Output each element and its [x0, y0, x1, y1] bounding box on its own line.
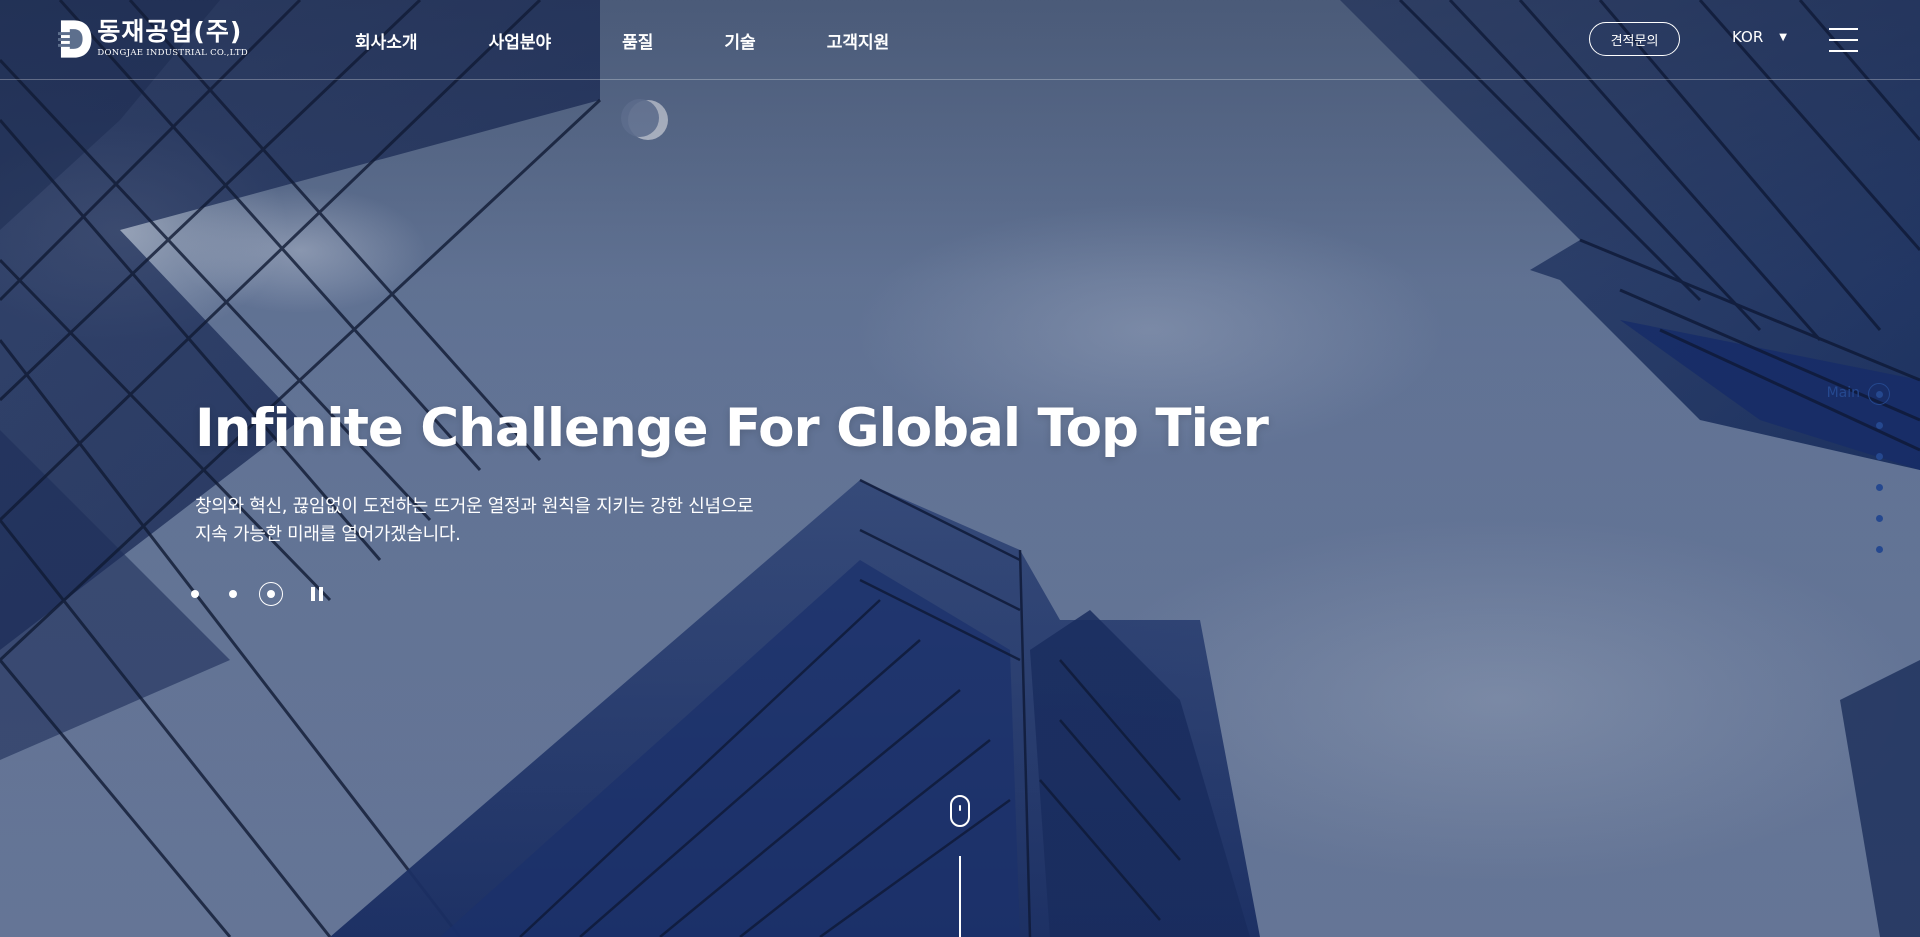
side-nav-item[interactable]: [1868, 476, 1890, 498]
logo-name: 동재공업(주): [97, 17, 243, 46]
quote-request-button[interactable]: 견적문의: [1589, 22, 1680, 56]
nav-item-quality[interactable]: 품질: [622, 28, 653, 53]
hamburger-menu-icon[interactable]: [1829, 28, 1858, 52]
slider-pagination: [191, 582, 323, 606]
side-nav-item[interactable]: [1868, 445, 1890, 467]
side-nav-item[interactable]: [1868, 414, 1890, 436]
hero-title: Infinite Challenge For Global Top Tier: [195, 398, 1269, 459]
slider-dot-3-active[interactable]: [259, 582, 283, 606]
caret-down-icon: ▼: [1779, 31, 1787, 43]
side-nav-item-main[interactable]: Main: [1827, 383, 1890, 405]
side-nav-item[interactable]: [1868, 538, 1890, 560]
side-nav-label: Main: [1826, 385, 1860, 401]
nav-item-business[interactable]: 사업분야: [489, 28, 552, 53]
hero-description-line: 창의와 혁신, 끊임없이 도전하는 뜨거운 열정과 원칙을 지키는 강한 신념으…: [195, 496, 754, 517]
language-selector[interactable]: KOR ▼: [1732, 28, 1787, 46]
site-logo[interactable]: 동재공업(주) DONGJAE INDUSTRIAL CO.,LTD: [58, 18, 248, 64]
logo-subtitle: DONGJAE INDUSTRIAL CO.,LTD: [97, 48, 248, 58]
slider-dot-1[interactable]: [191, 590, 199, 598]
nav-item-company[interactable]: 회사소개: [355, 28, 418, 53]
section-side-nav: Main: [1800, 380, 1890, 560]
site-header: 동재공업(주) DONGJAE INDUSTRIAL CO.,LTD 회사소개 …: [0, 0, 1920, 80]
hero-description: 창의와 혁신, 끊임없이 도전하는 뜨거운 열정과 원칙을 지키는 강한 신념으…: [195, 493, 754, 549]
main-nav: 회사소개 사업분야 품질 기술 고객지원: [355, 28, 960, 53]
logo-d-icon: [58, 20, 92, 58]
nav-item-support[interactable]: 고객지원: [827, 28, 890, 53]
scroll-mouse-icon[interactable]: [950, 795, 970, 827]
nav-item-technology[interactable]: 기술: [724, 28, 755, 53]
scroll-indicator-line: [959, 856, 961, 937]
slider-dot-2[interactable]: [229, 590, 237, 598]
pause-icon[interactable]: [311, 587, 323, 601]
side-nav-item[interactable]: [1868, 507, 1890, 529]
hero-description-line: 지속 가능한 미래를 열어가겠습니다.: [195, 524, 461, 545]
language-label: KOR: [1732, 28, 1764, 46]
